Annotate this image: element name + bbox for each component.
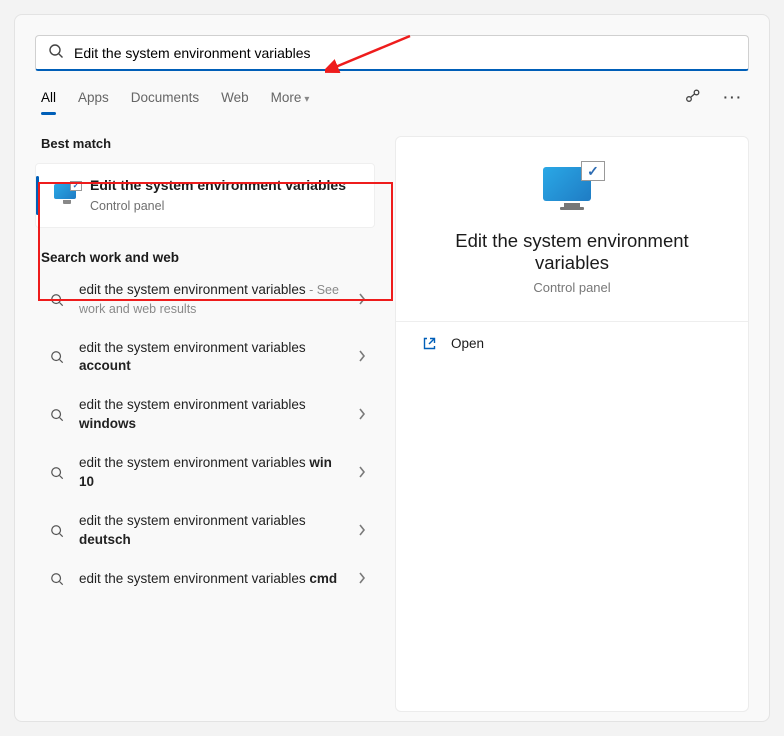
search-icon	[49, 408, 65, 422]
best-match-heading: Best match	[41, 136, 375, 151]
detail-icon: ✓	[418, 167, 726, 210]
detail-title: Edit the system environment variables	[418, 230, 726, 274]
web-result[interactable]: edit the system environment variables - …	[35, 271, 375, 329]
tab-documents[interactable]: Documents	[131, 90, 199, 115]
monitor-check-icon: ✓	[54, 184, 80, 206]
web-result-text: edit the system environment variables de…	[79, 512, 343, 550]
search-input[interactable]	[74, 45, 736, 61]
web-result[interactable]: edit the system environment variables cm…	[35, 560, 375, 599]
open-action[interactable]: Open	[418, 322, 726, 365]
tab-apps[interactable]: Apps	[78, 90, 109, 115]
web-result-text: edit the system environment variables wi…	[79, 454, 343, 492]
tab-all[interactable]: All	[41, 90, 56, 115]
tab-more[interactable]: More▾	[271, 90, 310, 115]
web-result-text: edit the system environment variables cm…	[79, 570, 343, 589]
web-result[interactable]: edit the system environment variables wi…	[35, 386, 375, 444]
selection-indicator	[36, 176, 39, 215]
chevron-right-icon	[357, 407, 367, 423]
chevron-right-icon	[357, 571, 367, 587]
search-web-heading: Search work and web	[41, 250, 375, 265]
best-match-subtitle: Control panel	[90, 198, 364, 215]
open-icon	[422, 336, 437, 351]
search-icon	[49, 350, 65, 364]
web-result-text: edit the system environment variables wi…	[79, 396, 343, 434]
results-list: Best match ✓ Edit the system environment…	[35, 136, 375, 712]
best-match-title: Edit the system environment variables	[90, 176, 364, 195]
org-search-icon[interactable]	[684, 87, 702, 118]
detail-panel: ✓ Edit the system environment variables …	[395, 136, 749, 712]
open-label: Open	[451, 336, 484, 351]
filter-tabs: All Apps Documents Web More▾ ···	[35, 71, 749, 118]
search-icon	[49, 572, 65, 586]
search-icon	[49, 524, 65, 538]
more-options-icon[interactable]: ···	[724, 90, 744, 115]
web-result[interactable]: edit the system environment variables wi…	[35, 444, 375, 502]
web-result-text: edit the system environment variables ac…	[79, 339, 343, 377]
detail-subtitle: Control panel	[418, 280, 726, 295]
tab-web[interactable]: Web	[221, 90, 249, 115]
results-area: Best match ✓ Edit the system environment…	[35, 136, 749, 712]
search-bar[interactable]	[35, 35, 749, 71]
search-icon	[49, 293, 65, 307]
best-match-result[interactable]: ✓ Edit the system environment variables …	[35, 163, 375, 228]
web-result[interactable]: edit the system environment variables ac…	[35, 329, 375, 387]
chevron-right-icon	[357, 292, 367, 308]
search-window: All Apps Documents Web More▾ ··· Best ma…	[14, 14, 770, 722]
chevron-right-icon	[357, 523, 367, 539]
web-result-text: edit the system environment variables - …	[79, 281, 343, 319]
chevron-right-icon	[357, 465, 367, 481]
search-icon	[48, 43, 64, 62]
search-icon	[49, 466, 65, 480]
chevron-right-icon	[357, 349, 367, 365]
web-result[interactable]: edit the system environment variables de…	[35, 502, 375, 560]
